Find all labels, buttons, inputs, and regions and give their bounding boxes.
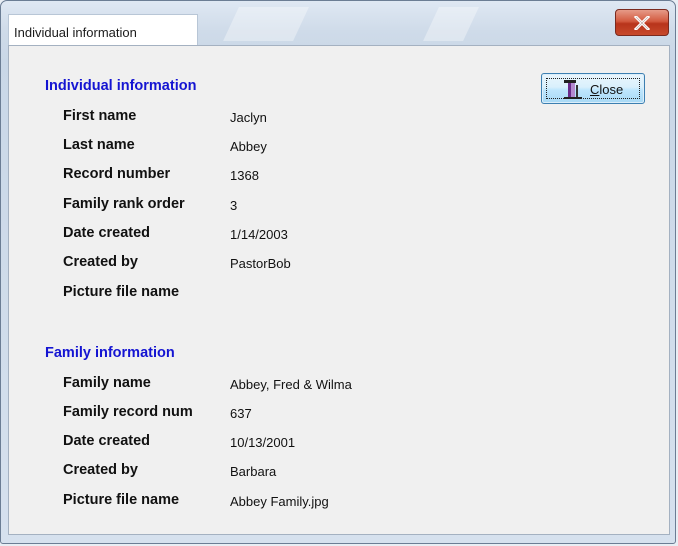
label-family-name: Family name xyxy=(63,375,151,391)
window-close-button[interactable] xyxy=(615,9,669,36)
window-title: Individual information xyxy=(14,25,137,40)
value-family-record-num: 637 xyxy=(230,406,252,421)
value-family-name: Abbey, Fred & Wilma xyxy=(230,377,352,392)
glass-reflection xyxy=(423,7,479,41)
label-picture-file-name: Picture file name xyxy=(63,284,180,300)
value-family-rank-order: 3 xyxy=(230,198,238,213)
value-first-name: Jaclyn xyxy=(230,110,267,125)
close-icon xyxy=(634,16,650,30)
close-button-label: Close xyxy=(590,82,624,97)
value-family-picture-file-name: Abbey Family.jpg xyxy=(230,494,329,509)
value-last-name: Abbey xyxy=(230,139,267,154)
value-record-number: 1368 xyxy=(230,168,259,183)
individual-heading: Individual information xyxy=(45,78,197,94)
label-record-number: Record number xyxy=(63,166,171,182)
label-family-created-by: Created by xyxy=(63,462,138,478)
label-first-name: First name xyxy=(63,108,137,124)
label-family-picture-file-name: Picture file name xyxy=(63,492,180,508)
label-last-name: Last name xyxy=(63,137,135,153)
value-family-date-created: 10/13/2001 xyxy=(230,435,296,450)
family-heading: Family information xyxy=(45,345,175,361)
label-family-record-num: Family record num xyxy=(63,404,193,420)
value-date-created: 1/14/2003 xyxy=(230,227,288,242)
label-family-date-created: Date created xyxy=(63,433,151,449)
label-family-rank-order: Family rank order xyxy=(63,196,185,212)
value-created-by: PastorBob xyxy=(230,256,291,271)
value-family-created-by: Barbara xyxy=(230,464,277,479)
close-button[interactable]: Close xyxy=(541,73,645,104)
label-created-by: Created by xyxy=(63,254,138,270)
exit-door-icon xyxy=(564,80,582,99)
label-date-created: Date created xyxy=(63,225,151,241)
glass-reflection xyxy=(223,7,309,41)
